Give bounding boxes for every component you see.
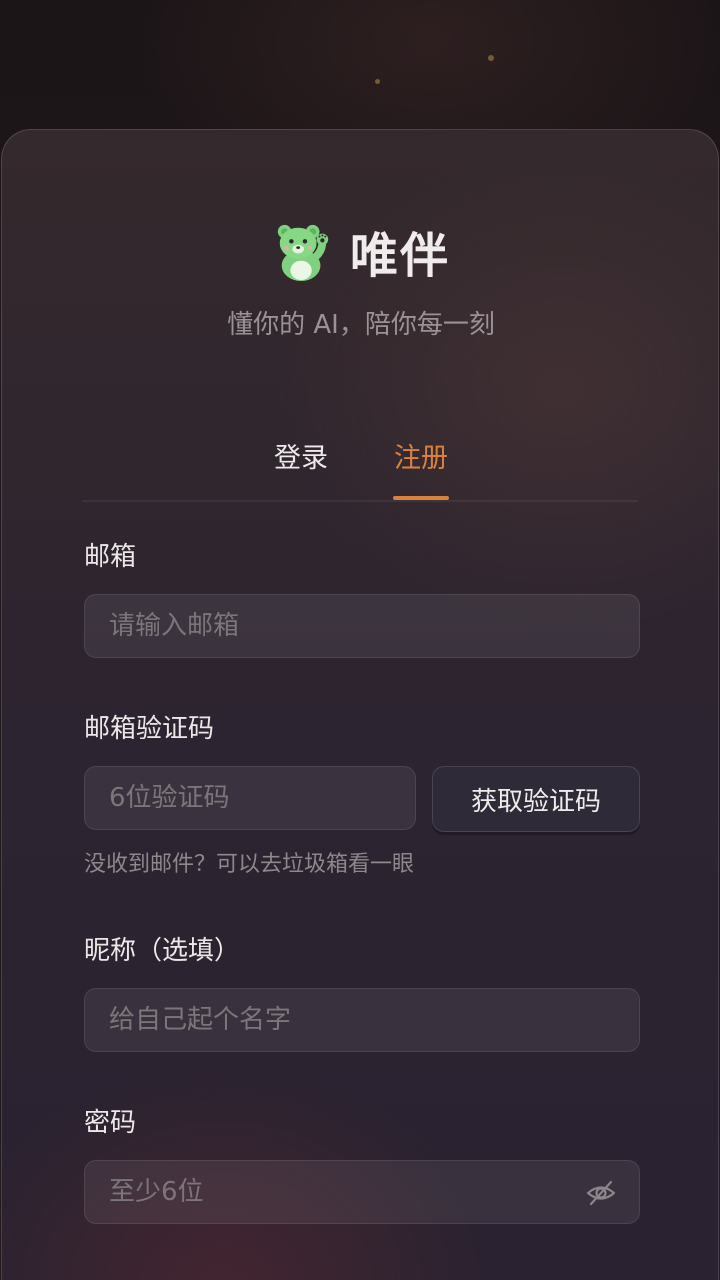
password-field-box: [84, 1160, 640, 1224]
register-page: 唯伴 懂你的 AI，陪你每一刻 登录 注册 邮箱 邮箱验证码 获取验证码 没收到…: [0, 0, 720, 1280]
background-sparkle: [375, 79, 380, 84]
spam-folder-hint: 没收到邮件？可以去垃圾箱看一眼: [84, 852, 415, 877]
app-tagline: 懂你的 AI，陪你每一刻: [227, 310, 495, 340]
tab-login[interactable]: 登录: [274, 436, 328, 475]
auth-card: 唯伴 懂你的 AI，陪你每一刻 登录 注册 邮箱 邮箱验证码 获取验证码 没收到…: [1, 129, 719, 1280]
green-bear-waving-icon: [277, 224, 329, 282]
email-field-box: [84, 594, 640, 658]
nickname-input[interactable]: [85, 989, 639, 1051]
code-field-box: [84, 766, 416, 830]
password-label: 密码: [84, 1108, 137, 1138]
nickname-field-box: [84, 988, 640, 1052]
app-name: 唯伴: [349, 228, 450, 284]
email-input[interactable]: [85, 595, 639, 657]
eye-off-icon[interactable]: [585, 1177, 617, 1209]
password-input[interactable]: [85, 1161, 639, 1223]
tab-register[interactable]: 注册: [394, 436, 448, 475]
code-input[interactable]: [85, 767, 415, 829]
confirm-password-label-cutoff: [84, 1274, 174, 1280]
get-code-button[interactable]: 获取验证码: [432, 766, 640, 832]
auth-tabs: 登录 注册: [82, 420, 638, 502]
brand-header: 唯伴: [2, 216, 718, 286]
nickname-label: 昵称（选填）: [84, 936, 241, 966]
active-tab-indicator: [393, 496, 449, 500]
background-sparkle: [488, 55, 494, 61]
code-label: 邮箱验证码: [84, 714, 215, 744]
email-label: 邮箱: [84, 542, 137, 572]
